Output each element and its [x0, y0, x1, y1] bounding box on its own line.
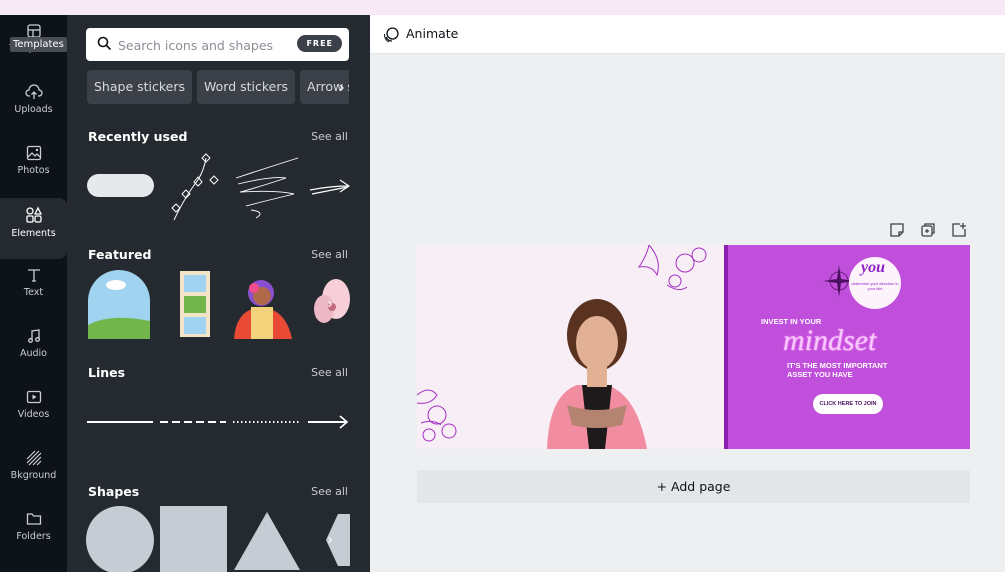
arrow-doodle	[309, 179, 351, 195]
chevron-right-icon[interactable]: ›	[339, 79, 344, 97]
section-title-featured: Featured	[88, 247, 152, 262]
rail-label: Audio	[19, 348, 47, 359]
flower-doodle	[171, 153, 219, 221]
rail-item-photos[interactable]: Photos	[0, 137, 67, 198]
featured-row: ›	[86, 269, 350, 339]
note-icon[interactable]	[889, 222, 905, 238]
search-icon	[97, 36, 112, 51]
square-shape	[160, 506, 227, 572]
pill-shape	[87, 174, 154, 197]
shape-elements	[86, 506, 352, 572]
rail-label: Elements	[11, 228, 56, 239]
section-title-lines: Lines	[88, 365, 126, 380]
film-strip-illustration	[180, 271, 210, 337]
design-divider	[724, 245, 728, 449]
circle-shape	[86, 506, 154, 572]
category-chips: Shape stickersWord stickersArrow st	[87, 70, 349, 106]
rail-label: Bkground	[10, 470, 57, 481]
rail-item-elements[interactable]: Elements	[0, 198, 67, 259]
rail-item-text[interactable]: Text	[0, 259, 67, 320]
design-you-subtext: determine your direction in your life!	[851, 281, 899, 291]
landscape-arch-illustration	[88, 270, 150, 339]
shapes-row: ›	[86, 506, 352, 572]
rail-item-videos[interactable]: Videos	[0, 381, 67, 442]
see-all-lines[interactable]: See all	[311, 366, 348, 379]
tooltip: Templates	[10, 37, 67, 52]
chevron-right-icon[interactable]: ›	[318, 292, 342, 316]
music-note-icon	[27, 329, 40, 343]
animate-button[interactable]: Animate	[406, 26, 458, 41]
add-page-button[interactable]: + Add page	[417, 470, 970, 503]
design-asset-line2: ASSET YOU HAVE	[787, 370, 853, 379]
rail-item-audio[interactable]: Audio	[0, 320, 67, 381]
rail-item-uploads[interactable]: Uploads	[0, 76, 67, 137]
elements-panel: FREE Shape stickersWord stickersArrow st…	[67, 15, 370, 572]
triangle-shape	[234, 512, 300, 570]
section-title-shapes: Shapes	[88, 484, 140, 499]
design-cta-button: CLICK HERE TO JOIN	[813, 394, 883, 414]
shapes-icon	[25, 206, 42, 223]
recent-row	[86, 150, 351, 225]
cloud-upload-icon	[24, 84, 43, 99]
design-asset-line1: IT'S THE MOST IMPORTANT	[787, 361, 888, 370]
video-icon	[26, 390, 41, 404]
folder-icon	[26, 513, 41, 525]
search-box[interactable]: FREE	[86, 28, 349, 61]
design-page[interactable]: you determine your direction in your lif…	[417, 245, 970, 449]
free-badge: FREE	[297, 35, 342, 52]
page-tools	[889, 222, 969, 238]
rail-item-folders[interactable]: Folders	[0, 503, 67, 564]
see-all-recent[interactable]: See all	[311, 130, 348, 143]
lines-row	[86, 410, 350, 434]
design-left-panel	[417, 245, 726, 449]
add-page-icon[interactable]	[951, 222, 967, 238]
rail-label: Uploads	[14, 104, 53, 115]
design-mindset-text: mindset	[783, 324, 877, 357]
search-input[interactable]	[118, 34, 288, 56]
design-left-art	[417, 245, 707, 449]
chip-shape-stickers[interactable]: Shape stickers	[87, 70, 193, 104]
animate-icon	[383, 27, 399, 43]
see-all-featured[interactable]: See all	[311, 248, 348, 261]
rail-item-background[interactable]: Bkground	[0, 442, 67, 503]
left-rail: Templates Templates Uploads Photos Eleme…	[0, 15, 67, 572]
see-all-shapes[interactable]: See all	[311, 485, 348, 498]
featured-elements	[88, 270, 350, 339]
scribble-doodle	[235, 157, 299, 219]
line-elements	[87, 415, 349, 429]
chevron-right-icon[interactable]: ›	[318, 528, 342, 552]
woman-portrait	[547, 299, 647, 449]
rail-label: Videos	[17, 409, 50, 420]
section-title-recent: Recently used	[88, 129, 188, 144]
chip-word-stickers[interactable]: Word stickers	[197, 70, 296, 104]
text-icon	[27, 269, 40, 282]
rail-label: Photos	[17, 165, 50, 176]
background-icon	[26, 450, 41, 466]
design-you-text: you	[861, 259, 885, 276]
recent-elements	[87, 153, 351, 221]
rail-label: Text	[23, 287, 44, 298]
photo-icon	[26, 145, 41, 161]
editor-toolbar: Animate	[370, 15, 1005, 54]
duplicate-page-icon[interactable]	[920, 222, 936, 238]
woman-photographer-illustration	[234, 280, 292, 339]
rail-label: Folders	[16, 531, 51, 542]
design-asset-text: IT'S THE MOST IMPORTANT ASSET YOU HAVE	[787, 361, 887, 379]
